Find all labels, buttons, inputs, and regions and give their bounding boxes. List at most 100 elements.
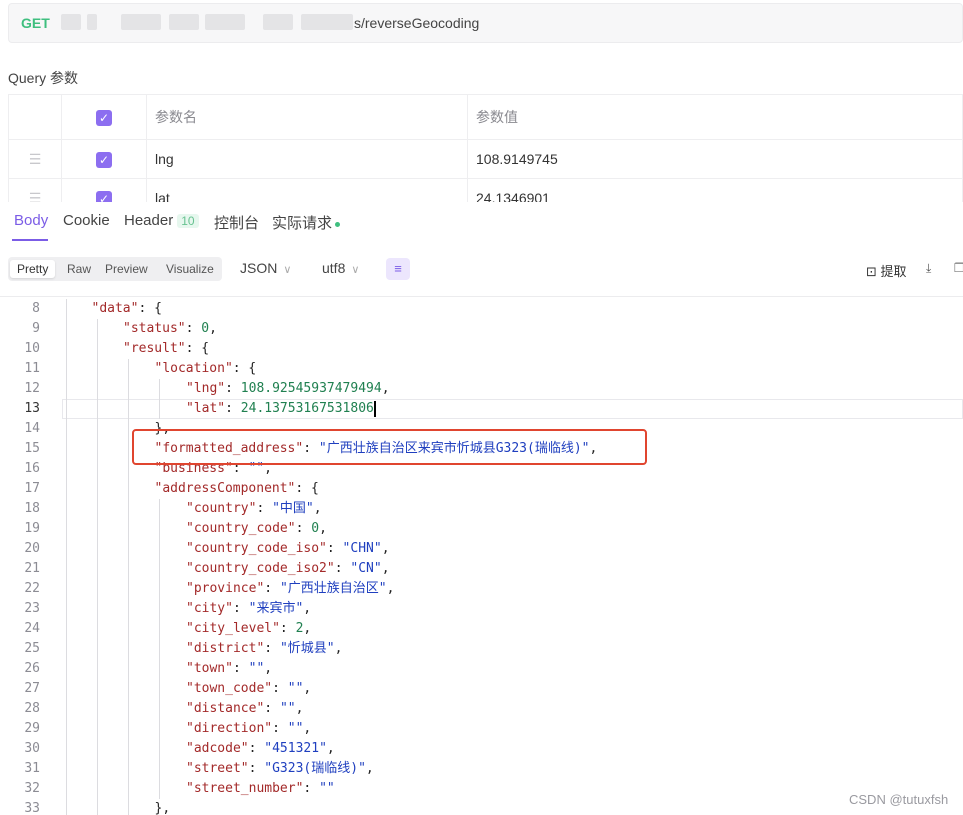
view-raw-button[interactable]: Raw: [60, 260, 98, 278]
tab-header[interactable]: Header 10: [124, 212, 199, 229]
tab-actual-request[interactable]: 实际请求: [272, 212, 341, 233]
line-number: 13: [24, 401, 40, 416]
line-number: 15: [24, 441, 40, 456]
code-text: "street": "G323(瑞临线)",: [186, 761, 374, 776]
url-input[interactable]: s/reverseGeocoding: [354, 15, 479, 31]
indent-guide: [66, 459, 67, 479]
view-visualize-button[interactable]: Visualize: [159, 260, 221, 278]
indent-guide: [128, 539, 129, 559]
code-line: 11 "location": {: [0, 359, 963, 379]
indent-guide: [97, 479, 98, 499]
indent-guide: [66, 319, 67, 339]
code-text: "country_code_iso2": "CN",: [186, 561, 390, 576]
indent-guide: [128, 759, 129, 779]
indent-guide: [66, 739, 67, 759]
param-name-cell[interactable]: lng: [146, 139, 468, 179]
tab-body[interactable]: Body: [14, 212, 48, 229]
indent-guide: [128, 399, 129, 419]
indent-guide: [128, 499, 129, 519]
indent-guide: [97, 579, 98, 599]
indent-guide: [128, 459, 129, 479]
code-text: "town": "",: [186, 661, 273, 676]
code-text: "lat": 24.13753167531806: [186, 400, 376, 417]
line-number: 18: [24, 501, 40, 516]
copy-icon[interactable]: ❐: [954, 261, 963, 275]
line-number: 28: [24, 701, 40, 716]
indent-guide: [128, 639, 129, 659]
indent-guide: [66, 659, 67, 679]
line-number: 33: [24, 801, 40, 815]
code-line: 12 "lng": 108.92545937479494,: [0, 379, 963, 399]
indent-guide: [159, 739, 160, 759]
indent-guide: [128, 739, 129, 759]
response-body-code-viewer[interactable]: 8 "data": {9 "status": 0, 10 "result": {11 "l…: [0, 299, 963, 815]
indent-guide: [66, 719, 67, 739]
http-method-label[interactable]: GET: [21, 15, 50, 31]
param-value-cell[interactable]: 108.9149745: [467, 139, 963, 179]
indent-guide: [66, 679, 67, 699]
drag-handle-icon[interactable]: ☰: [29, 151, 42, 167]
code-line: 13 "lat": 24.13753167531806: [0, 399, 963, 419]
indent-guide: [159, 379, 160, 399]
code-line: 30 "adcode": "451321",: [0, 739, 963, 759]
tab-cookie[interactable]: Cookie: [63, 212, 110, 229]
param-name-header: 参数名: [146, 94, 468, 140]
encoding-select[interactable]: utf8 ∨: [322, 260, 359, 276]
indent-guide: [97, 559, 98, 579]
format-select-value: JSON: [240, 260, 278, 276]
indent-guide: [128, 659, 129, 679]
code-line: 17 "addressComponent": {: [0, 479, 963, 499]
indent-guide: [66, 339, 67, 359]
view-preview-button[interactable]: Preview: [98, 260, 155, 278]
url-bar[interactable]: GET s/reverseGeocoding: [8, 3, 963, 43]
view-mode-segmented-control: Pretty Raw Preview Visualize: [8, 257, 222, 281]
extract-button[interactable]: ⊡ 提取: [866, 261, 907, 280]
indent-guide: [97, 779, 98, 799]
indent-guide: [66, 559, 67, 579]
code-text: "result": {: [123, 341, 210, 356]
query-params-title: Query 参数: [8, 70, 79, 86]
line-number: 30: [24, 741, 40, 756]
code-text: "province": "广西壮族自治区",: [186, 581, 395, 596]
indent-guide: [97, 419, 98, 439]
line-number: 29: [24, 721, 40, 736]
redacted-url-segment: [205, 14, 245, 30]
code-text: "adcode": "451321",: [186, 741, 335, 756]
code-text: "status": 0,: [123, 321, 217, 336]
code-text: "country": "中国",: [186, 501, 322, 516]
indent-guide: [97, 339, 98, 359]
code-line: 9 "status": 0,: [0, 319, 963, 339]
indent-guide: [128, 619, 129, 639]
redacted-url-segment: [121, 14, 161, 30]
divider: [0, 296, 963, 297]
tab-console[interactable]: 控制台: [214, 212, 259, 233]
line-number: 8: [32, 301, 40, 316]
indent-guide: [66, 699, 67, 719]
code-line: 32 "street_number": "": [0, 779, 963, 799]
indent-guide: [66, 779, 67, 799]
line-number: 24: [24, 621, 40, 636]
word-wrap-icon[interactable]: ≡: [386, 258, 410, 280]
code-text: "distance": "",: [186, 701, 304, 716]
code-text: "addressComponent": {: [154, 481, 319, 496]
download-icon[interactable]: ⤓: [926, 261, 931, 276]
indent-guide: [97, 319, 98, 339]
row-checkbox[interactable]: ✓: [96, 151, 112, 168]
code-text: "lng": 108.92545937479494,: [186, 381, 390, 396]
indent-guide: [159, 579, 160, 599]
indent-guide: [159, 639, 160, 659]
view-pretty-button[interactable]: Pretty: [10, 260, 56, 278]
indent-guide: [97, 379, 98, 399]
indent-guide: [159, 499, 160, 519]
format-select[interactable]: JSON ∨: [240, 260, 291, 276]
indent-guide: [128, 559, 129, 579]
select-all-checkbox[interactable]: ✓: [96, 109, 112, 126]
line-number: 26: [24, 661, 40, 676]
indent-guide: [159, 559, 160, 579]
redacted-url-segment: [169, 14, 199, 30]
line-number: 9: [32, 321, 40, 336]
redacted-url-segment: [263, 14, 293, 30]
code-text: "data": {: [91, 301, 162, 316]
indent-guide: [66, 299, 67, 319]
indent-guide: [97, 439, 98, 459]
